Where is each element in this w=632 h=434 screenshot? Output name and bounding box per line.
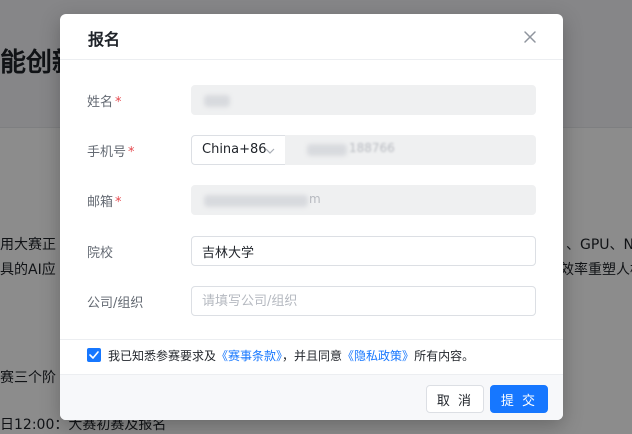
terms-link[interactable]: 《赛事条款》 (216, 349, 282, 363)
required-mark: * (115, 95, 122, 110)
chevron-down-icon (265, 148, 275, 154)
masked-email-blur (204, 195, 308, 207)
phone-field[interactable]: 188766 (285, 135, 536, 165)
agreement-prefix: 我已知悉参赛要求及 (108, 349, 217, 363)
checkmark-icon (89, 351, 99, 359)
masked-phone-blur (307, 144, 347, 156)
close-icon[interactable] (519, 26, 541, 48)
name-label: 姓名 * (87, 95, 122, 110)
school-row: 院校 (60, 236, 563, 266)
divider (60, 339, 563, 340)
name-row: 姓名 * (60, 85, 563, 115)
agreement-text: 我已知悉参赛要求及《赛事条款》，并且同意《隐私政策》所有内容。 (108, 347, 474, 364)
country-code-label: China+86 (202, 142, 267, 157)
registration-modal: 报名 姓名 * 手机号 * China+86 188766 邮箱 * m 院校 … (60, 14, 563, 420)
name-field[interactable] (191, 85, 536, 115)
country-code-select[interactable]: China+86 (191, 135, 286, 165)
masked-email-suffix: m (309, 192, 321, 206)
email-field[interactable]: m (191, 185, 536, 215)
required-mark: * (115, 195, 122, 210)
submit-button[interactable]: 提 交 (490, 385, 548, 413)
agreement-checkbox[interactable] (87, 348, 101, 362)
company-label: 公司/组织 (87, 296, 144, 311)
required-mark: * (128, 145, 135, 160)
masked-name-value (204, 95, 230, 107)
company-row: 公司/组织 (60, 286, 563, 316)
agreement-suffix: 所有内容。 (414, 349, 475, 363)
email-label: 邮箱 * (87, 195, 122, 210)
phone-label: 手机号 * (87, 145, 135, 160)
company-input[interactable] (192, 287, 535, 315)
school-label: 院校 (87, 246, 114, 261)
modal-title: 报名 (88, 30, 121, 49)
agreement-middle: ，并且同意 (282, 349, 343, 363)
modal-header: 报名 (60, 14, 563, 60)
school-field[interactable] (191, 236, 536, 266)
email-row: 邮箱 * m (60, 185, 563, 215)
privacy-link[interactable]: 《隐私政策》 (342, 349, 414, 363)
company-field[interactable] (191, 286, 536, 316)
phone-row: 手机号 * China+86 188766 (60, 135, 563, 165)
modal-footer: 取 消 提 交 (60, 374, 563, 420)
cancel-button[interactable]: 取 消 (426, 385, 484, 413)
school-input[interactable] (192, 237, 535, 265)
masked-phone-value: 188766 (349, 141, 395, 155)
